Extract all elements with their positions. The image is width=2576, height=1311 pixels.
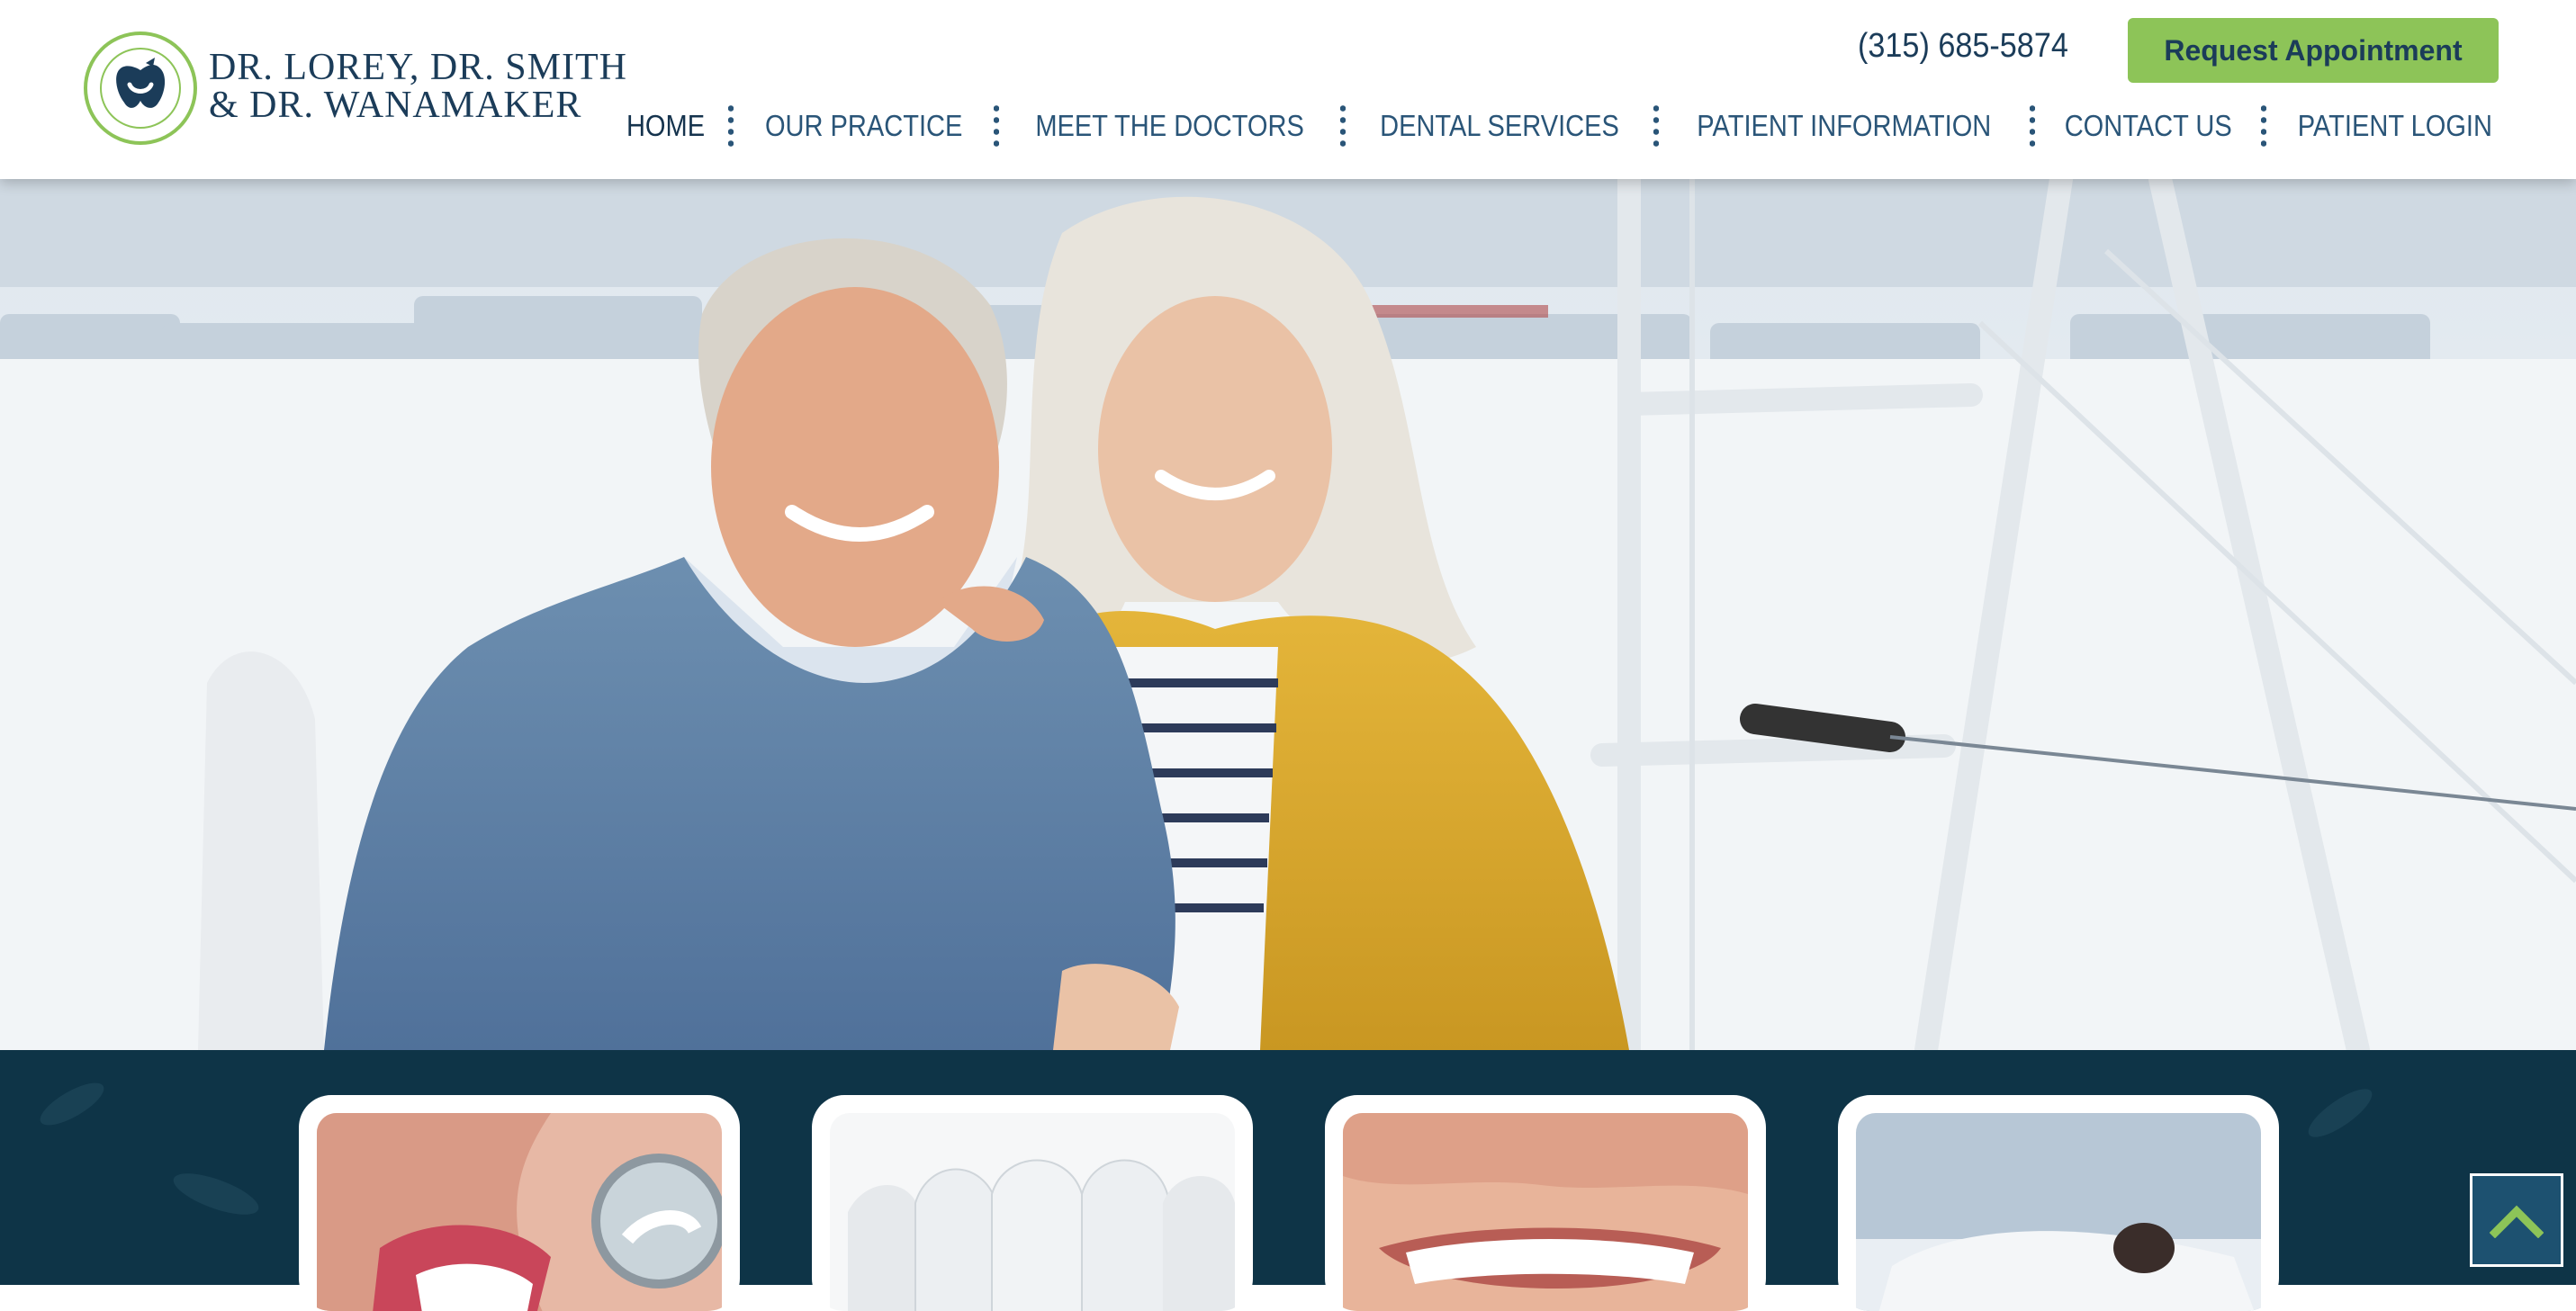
service-card-2[interactable] bbox=[812, 1095, 1253, 1311]
phone-link[interactable]: (315) 685-5874 bbox=[1858, 27, 2068, 66]
back-to-top-button[interactable] bbox=[2470, 1173, 2563, 1267]
nav-item-dental-services[interactable]: DENTAL SERVICES bbox=[1380, 109, 1619, 143]
logo[interactable]: DR. LOREY, DR. SMITH & DR. WANAMAKER bbox=[83, 31, 626, 149]
nav-item-patient-information[interactable]: PATIENT INFORMATION bbox=[1698, 109, 1992, 143]
main-nav: HOME OUR PRACTICE MEET THE DOCTORS DENTA… bbox=[626, 101, 2499, 151]
nav-separator bbox=[1653, 103, 1660, 149]
logo-line-2: & DR. WANAMAKER bbox=[209, 85, 582, 126]
nav-item-meet-the-doctors[interactable]: MEET THE DOCTORS bbox=[1035, 109, 1304, 143]
hero-slider bbox=[0, 179, 2576, 1050]
nav-separator bbox=[2029, 103, 2035, 149]
hero-photo-couple bbox=[0, 179, 2576, 1050]
nav-separator bbox=[2261, 103, 2267, 149]
nav-separator bbox=[727, 103, 734, 149]
logo-wordmark: DR. LOREY, DR. SMITH & DR. WANAMAKER bbox=[209, 49, 627, 124]
chevron-up-icon bbox=[2490, 1205, 2544, 1238]
service-card-1[interactable] bbox=[299, 1095, 740, 1311]
logo-line-1: DR. LOREY, DR. SMITH bbox=[209, 47, 627, 88]
service-image-sleep bbox=[1856, 1113, 2261, 1311]
request-appointment-button[interactable]: Request Appointment bbox=[2128, 18, 2499, 83]
nav-separator bbox=[1340, 103, 1347, 149]
nav-item-patient-login[interactable]: PATIENT LOGIN bbox=[2298, 109, 2492, 143]
service-card-4[interactable] bbox=[1838, 1095, 2279, 1311]
nav-item-our-practice[interactable]: OUR PRACTICE bbox=[765, 109, 962, 143]
site-header: DR. LOREY, DR. SMITH & DR. WANAMAKER (31… bbox=[0, 0, 2576, 179]
service-image-clear-aligners bbox=[1343, 1113, 1748, 1311]
service-card-3[interactable] bbox=[1325, 1095, 1766, 1311]
nav-item-home[interactable]: HOME bbox=[626, 109, 705, 143]
nav-item-contact-us[interactable]: CONTACT US bbox=[2065, 109, 2232, 143]
service-image-veneers bbox=[830, 1113, 1235, 1311]
tooth-logo-icon bbox=[84, 31, 197, 145]
nav-separator bbox=[994, 103, 1000, 149]
service-image-mirror-smile bbox=[317, 1113, 722, 1311]
